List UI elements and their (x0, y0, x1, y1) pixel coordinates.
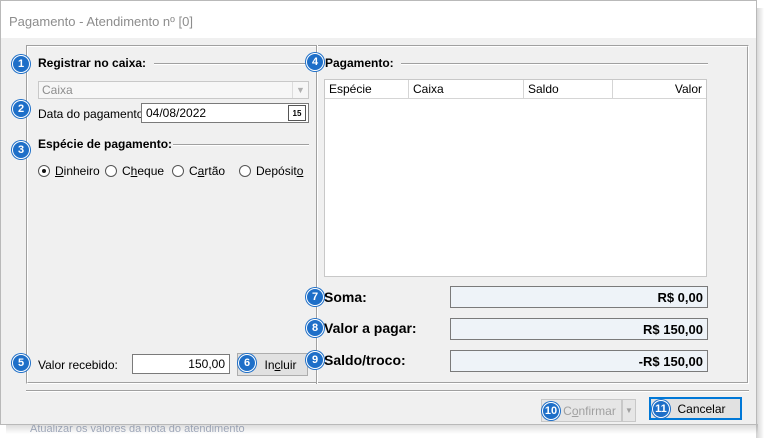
pagamento-group-line (401, 63, 708, 65)
badge-1: 1 (12, 55, 30, 73)
pagamento-group-title: Pagamento: (325, 56, 394, 70)
confirmar-dropdown-button[interactable]: ▼ (622, 399, 636, 422)
caixa-select-value: Caixa (42, 83, 73, 97)
caixa-select[interactable]: Caixa ▼ (38, 81, 309, 99)
especie-group-line (173, 144, 309, 146)
radio-cartao-label: Cartão (189, 164, 226, 178)
payments-table[interactable]: Espécie Caixa Saldo Valor (324, 79, 707, 277)
badge-5: 5 (12, 354, 30, 372)
valor-recebido-label: Valor recebido: (38, 358, 118, 372)
chevron-down-icon[interactable]: ▼ (292, 82, 308, 98)
badge-9: 9 (306, 351, 324, 369)
badge-2: 2 (12, 100, 30, 118)
valor-recebido-value: 150,00 (188, 357, 225, 371)
payment-dialog: Pagamento - Atendimento nº [0] Registrar… (0, 0, 757, 425)
date-value: 04/08/2022 (146, 106, 207, 120)
column-especie[interactable]: Espécie (325, 80, 409, 99)
radio-deposito-label: Depósito (256, 164, 304, 178)
radio-dinheiro[interactable]: Dinheiro (38, 164, 100, 178)
table-header: Espécie Caixa Saldo Valor (325, 80, 706, 99)
column-valor[interactable]: Valor (613, 80, 706, 99)
radio-cartao[interactable]: Cartão (172, 164, 225, 178)
especie-group-title: Espécie de pagamento: (38, 137, 173, 151)
column-saldo[interactable]: Saldo (524, 80, 613, 99)
registrar-group-title: Registrar no caixa: (38, 56, 147, 70)
badge-11: 11 (652, 400, 670, 418)
radio-cheque-label: Cheque (122, 164, 165, 178)
date-label: Data do pagamento (38, 107, 144, 121)
saldo-troco-value: -R$ 150,00 (450, 350, 708, 372)
badge-10: 10 (542, 402, 560, 420)
saldo-troco-label: Saldo/troco: (324, 352, 406, 368)
valor-a-pagar-label: Valor a pagar: (324, 320, 417, 336)
radio-dot[interactable] (239, 165, 251, 177)
column-caixa[interactable]: Caixa (409, 80, 524, 99)
registrar-group-line (154, 63, 309, 65)
radio-cheque[interactable]: Cheque (105, 164, 164, 178)
radio-dot-selected[interactable] (38, 165, 50, 177)
badge-8: 8 (306, 319, 324, 337)
badge-7: 7 (306, 288, 324, 306)
calendar-icon[interactable]: 15 (288, 105, 306, 121)
radio-deposito[interactable]: Depósito (239, 164, 303, 178)
soma-label: Soma: (324, 289, 367, 305)
radio-dot[interactable] (105, 165, 117, 177)
soma-value: R$ 0,00 (450, 286, 708, 308)
valor-a-pagar-value: R$ 150,00 (450, 318, 708, 340)
valor-recebido-field[interactable]: 150,00 (132, 354, 230, 374)
chevron-down-icon: ▼ (625, 406, 633, 415)
window-shadow-right (756, 8, 764, 438)
radio-dot[interactable] (172, 165, 184, 177)
badge-4: 4 (306, 53, 324, 71)
window-title: Pagamento - Atendimento nº [0] (1, 1, 756, 38)
footer-separator (26, 390, 749, 392)
badge-3: 3 (12, 141, 30, 159)
badge-6: 6 (238, 354, 256, 372)
date-field[interactable]: 04/08/2022 (141, 103, 309, 123)
radio-dinheiro-label: Dinheiro (55, 164, 100, 178)
